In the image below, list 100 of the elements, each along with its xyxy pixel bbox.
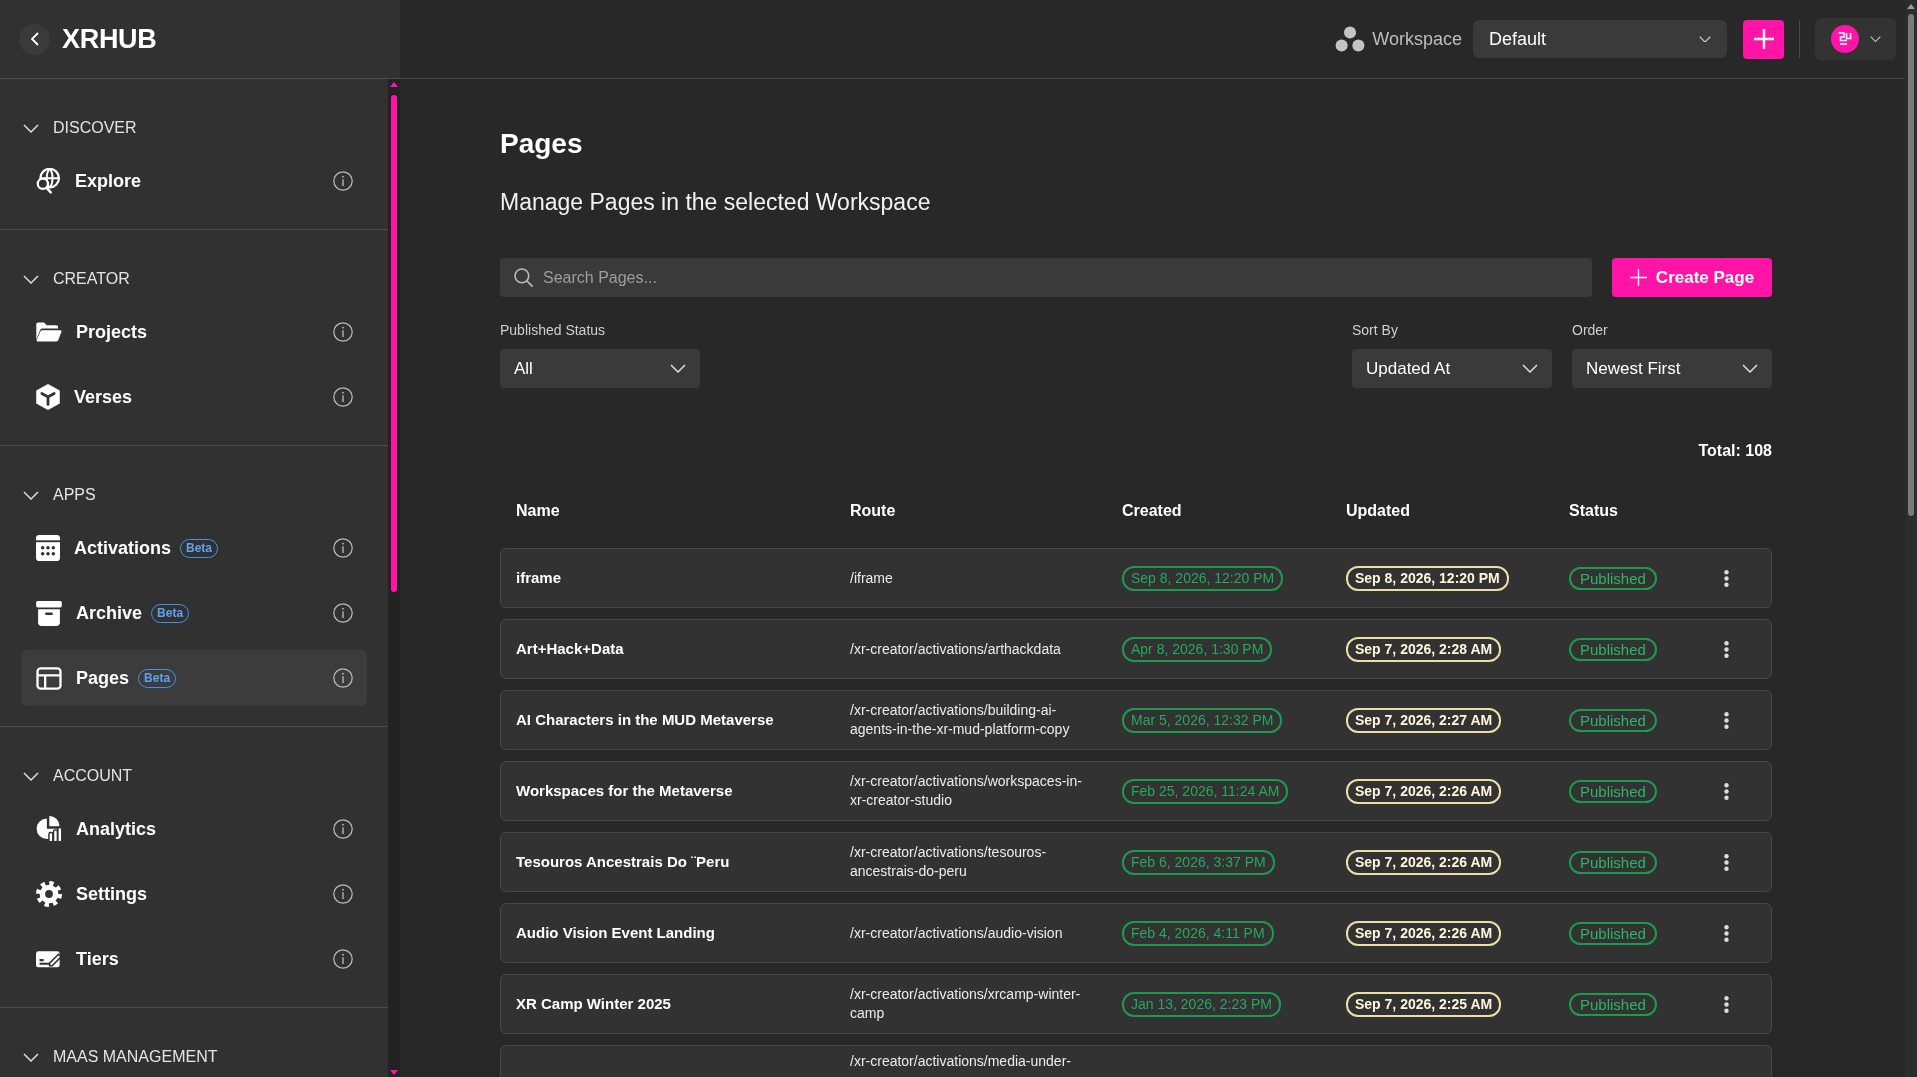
filter-label: Sort By [1352, 321, 1398, 339]
nav-item[interactable]: Activations Beta [21, 520, 367, 576]
cube-icon [36, 384, 60, 410]
info-icon[interactable] [333, 884, 353, 904]
scrollbar[interactable] [388, 79, 400, 1077]
section-header[interactable]: MAAS MANAGEMENT [0, 1032, 388, 1077]
updated-date-badge: Sep 7, 2026, 2:26 AM [1346, 849, 1502, 875]
page-route: /xr-creator/activations/media-under- [850, 1052, 1071, 1071]
created-date-badge: Sep 8, 2026, 12:20 PM [1122, 565, 1284, 591]
info-icon[interactable] [333, 171, 353, 191]
page-route: /xr-creator/activations/building-ai-agents-in-the-xr-mud-platform-copy [850, 701, 1071, 739]
info-icon[interactable] [333, 322, 353, 342]
info-icon[interactable] [333, 538, 353, 558]
nav-item[interactable]: Settings [21, 866, 367, 922]
archive-box-icon [36, 600, 62, 626]
page-name: Workspaces for the Metaverse [516, 782, 733, 799]
info-icon[interactable] [333, 668, 353, 688]
filter-select[interactable]: Newest First [1572, 349, 1772, 388]
info-icon[interactable] [333, 949, 353, 969]
column-header: Name [516, 501, 560, 521]
section-header[interactable]: DISCOVER [0, 103, 388, 153]
scrollbar[interactable] [1905, 0, 1917, 1077]
page-title: Pages [500, 127, 584, 161]
filter-label: Published Status [500, 321, 606, 339]
nav-item[interactable]: Verses [21, 369, 367, 425]
updated-date-badge: Sep 7, 2026, 2:26 AM [1346, 778, 1502, 804]
filter-select[interactable]: Updated At [1352, 349, 1552, 388]
page-name: Art+Hack+Data [516, 640, 624, 657]
section-header[interactable]: APPS [0, 470, 388, 520]
total-count: Total: 108 [1698, 441, 1772, 461]
more-icon [1723, 995, 1729, 1013]
section-header[interactable]: ACCOUNT [0, 751, 388, 801]
back-button[interactable] [19, 23, 50, 55]
status-badge: Published [1569, 850, 1657, 874]
info-icon[interactable] [333, 819, 353, 839]
page-subtitle: Manage Pages in the selected Workspace [500, 188, 932, 217]
scrollbar-thumb[interactable] [1908, 14, 1914, 516]
created-date-badge: Mar 5, 2026, 12:32 PM [1122, 707, 1283, 733]
nav-item[interactable]: Analytics [21, 801, 367, 857]
created-date-badge: Jan 13, 2026, 2:23 PM [1122, 991, 1281, 1017]
page-route: /xr-creator/activations/workspaces-in-xr-creator-studio [850, 772, 1083, 810]
created-date-badge: Feb 25, 2026, 11:24 AM [1122, 778, 1289, 804]
page-route: /xr-creator/activations/audio-vision [850, 923, 1063, 943]
nav-item[interactable]: Explore [21, 153, 367, 209]
section-header[interactable]: CREATOR [0, 254, 388, 304]
column-header: Status [1569, 501, 1618, 521]
workspace-label: Workspace [1372, 28, 1462, 50]
more-icon [1723, 711, 1729, 729]
chevron-left-icon [30, 32, 39, 46]
account-button[interactable] [1815, 18, 1896, 60]
scroll-up-icon [1907, 4, 1915, 9]
calendar-icon [36, 535, 60, 561]
more-icon [1723, 782, 1729, 800]
updated-date-badge: Sep 7, 2026, 2:28 AM [1346, 636, 1502, 662]
updated-date-badge: Sep 7, 2026, 2:25 AM [1346, 991, 1502, 1017]
more-icon [1723, 924, 1729, 942]
more-icon [1723, 569, 1729, 587]
page-name: XR Camp Winter 2025 [516, 995, 671, 1012]
chevron-down-icon [1699, 35, 1711, 43]
column-header: Created [1122, 501, 1182, 521]
filter-select[interactable]: All [500, 349, 700, 388]
info-icon[interactable] [333, 387, 353, 407]
page-name: Tesouros Ancestrais Do ¨Peru [516, 853, 730, 870]
add-button[interactable] [1743, 19, 1784, 59]
plus-icon [1753, 29, 1774, 49]
more-icon [1723, 640, 1729, 658]
layout-icon [36, 666, 62, 690]
chevron-down-icon [1742, 364, 1758, 373]
nav-item[interactable]: Pages Beta [21, 650, 367, 706]
status-badge: Published [1569, 708, 1657, 732]
search-field[interactable]: Search Pages... [500, 258, 1592, 297]
nav-item[interactable]: Projects [21, 304, 367, 360]
page-route: /xr-creator/activations/tesouros-ancestrais-do-peru [850, 843, 1048, 881]
status-badge: Published [1569, 921, 1657, 945]
created-date-badge: Apr 8, 2026, 1:30 PM [1122, 636, 1273, 662]
nav-item[interactable]: Archive Beta [21, 585, 367, 641]
search-icon [514, 268, 533, 287]
updated-date-badge: Sep 7, 2026, 2:26 AM [1346, 920, 1502, 946]
scrollbar-thumb[interactable] [391, 95, 397, 592]
more-icon [1723, 853, 1729, 871]
scroll-down-icon [390, 1070, 398, 1075]
create-page-button[interactable]: Create Page [1612, 258, 1772, 297]
info-icon[interactable] [333, 603, 353, 623]
scroll-up-icon [390, 82, 398, 87]
avatar-icon [1830, 25, 1859, 53]
page-route: /xr-creator/activations/xrcamp-winter-camp [850, 985, 1082, 1023]
status-badge: Published [1569, 566, 1657, 590]
created-date-badge: Feb 4, 2026, 4:11 PM [1122, 920, 1274, 946]
page-name: iframe [516, 569, 562, 586]
status-badge: Published [1569, 637, 1657, 661]
filter-label: Order [1572, 321, 1608, 339]
nav-item[interactable]: Tiers [21, 931, 367, 987]
workspace-icon [1335, 26, 1366, 52]
workspace-select[interactable]: Default [1473, 20, 1727, 58]
pie-chart-icon [36, 816, 62, 842]
updated-date-badge: Sep 8, 2026, 12:20 PM [1346, 565, 1509, 591]
page-name: Audio Vision Event Landing [516, 924, 715, 941]
column-header: Route [850, 501, 896, 521]
page-route: /iframe [850, 568, 893, 588]
column-header: Updated [1346, 501, 1410, 521]
